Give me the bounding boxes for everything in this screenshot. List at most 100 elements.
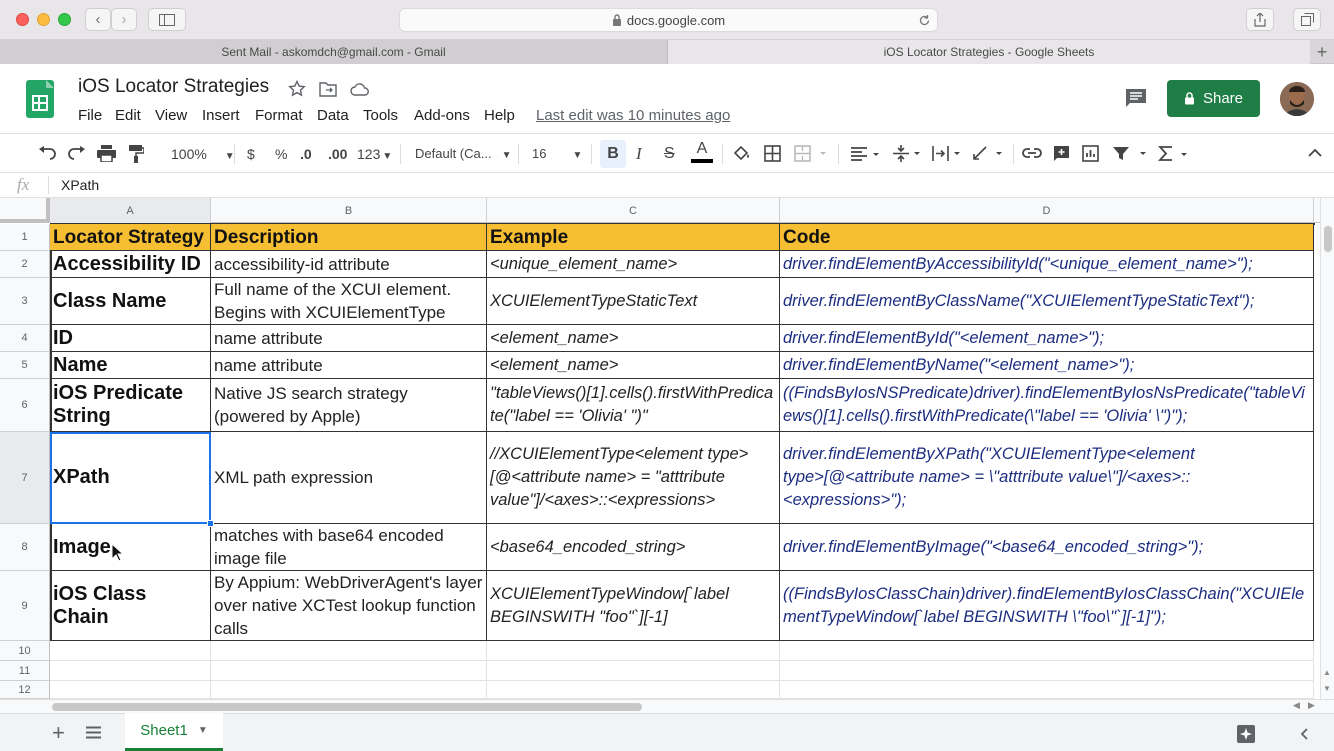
menu-format[interactable]: Format (255, 107, 303, 124)
vertical-align-icon[interactable] (892, 144, 924, 163)
empty-cell[interactable] (780, 641, 1314, 661)
empty-cell[interactable] (487, 641, 780, 661)
header-cell[interactable]: Example (487, 224, 780, 251)
insert-comment-icon[interactable] (1053, 145, 1070, 162)
font-size-select[interactable]: 16 ▼ (532, 145, 582, 165)
zoom-window-button[interactable] (58, 13, 71, 26)
cell-example[interactable]: //XCUIElementType<element type>[@<attrib… (487, 432, 780, 524)
fill-handle[interactable] (207, 520, 214, 527)
cloud-status-icon[interactable] (350, 82, 370, 96)
cell-strategy[interactable]: ID (50, 325, 211, 352)
horizontal-scroll-thumb[interactable] (52, 703, 642, 711)
cell-strategy[interactable]: Name (50, 352, 211, 379)
cell-code[interactable]: driver.findElementByXPath("XCUIElementTy… (780, 432, 1314, 524)
empty-cell[interactable] (50, 681, 211, 699)
new-tab-button[interactable]: + (1310, 40, 1334, 64)
row-header[interactable]: 7 (0, 432, 50, 524)
cell-example[interactable]: XCUIElementTypeStaticText (487, 278, 780, 325)
minimize-window-button[interactable] (37, 13, 50, 26)
collapse-side-panel-icon[interactable] (1300, 728, 1309, 740)
column-header-a[interactable]: A (50, 198, 211, 223)
row-header[interactable]: 9 (0, 571, 50, 641)
row-header[interactable]: 1 (0, 224, 50, 251)
merge-cells-icon[interactable] (794, 145, 828, 162)
column-header-d[interactable]: D (780, 198, 1314, 223)
cell-code[interactable]: driver.findElementByName("<element_name>… (780, 352, 1314, 379)
share-button[interactable]: Share (1167, 80, 1260, 117)
insert-chart-icon[interactable] (1082, 145, 1099, 162)
print-icon[interactable] (97, 145, 116, 162)
move-folder-icon[interactable] (319, 81, 337, 97)
cell-example[interactable]: XCUIElementTypeWindow[`label BEGINSWITH … (487, 571, 780, 641)
bold-button[interactable]: B (600, 140, 626, 168)
fill-color-icon[interactable] (733, 145, 751, 162)
more-formats-button[interactable]: 123 ▼ (357, 145, 392, 166)
collapse-toolbar-icon[interactable] (1308, 148, 1322, 158)
cell-strategy[interactable]: Class Name (50, 278, 211, 325)
menu-file[interactable]: File (78, 107, 102, 124)
cell-example[interactable]: <element_name> (487, 325, 780, 352)
insert-link-icon[interactable] (1022, 147, 1042, 159)
menu-addons[interactable]: Add-ons (414, 107, 470, 124)
decrease-decimal-button[interactable]: .0 (300, 145, 312, 163)
text-color-button[interactable]: A (690, 140, 714, 168)
vertical-scrollbar[interactable]: ▲ ▼ (1320, 198, 1334, 699)
text-wrapping-icon[interactable] (932, 145, 964, 162)
cell-example[interactable]: "tableViews()[1].cells().firstWithPredic… (487, 379, 780, 432)
row-header[interactable]: 4 (0, 325, 50, 352)
cell-description[interactable]: XML path expression (211, 432, 487, 524)
text-rotation-icon[interactable] (972, 145, 1006, 162)
menu-view[interactable]: View (155, 107, 187, 124)
cell-code[interactable]: driver.findElementByClassName("XCUIEleme… (780, 278, 1314, 325)
row-header[interactable]: 2 (0, 251, 50, 278)
cell-strategy[interactable]: iOS Predicate String (50, 379, 211, 432)
sheets-logo-icon[interactable] (26, 80, 54, 118)
sheet-tab-sheet1[interactable]: Sheet1 ▼ (125, 713, 223, 751)
empty-cell[interactable] (211, 641, 487, 661)
row-header[interactable]: 11 (0, 661, 50, 681)
comment-history-icon[interactable] (1125, 88, 1147, 109)
cell-code[interactable]: ((FindsByIosNSPredicate)driver).findElem… (780, 379, 1314, 432)
scroll-left-arrow-icon[interactable]: ◀ (1293, 700, 1300, 711)
empty-cell[interactable] (487, 661, 780, 681)
share-sheet-button[interactable] (1246, 8, 1274, 31)
header-cell[interactable]: Description (211, 224, 487, 251)
cell-description[interactable]: accessibility-id attribute (211, 251, 487, 278)
header-cell[interactable]: Locator Strategy (50, 224, 211, 251)
reload-icon[interactable] (918, 14, 931, 27)
cell-example[interactable]: <base64_encoded_string> (487, 524, 780, 571)
all-sheets-icon[interactable] (86, 726, 101, 739)
horizontal-align-icon[interactable] (850, 146, 884, 162)
empty-cell[interactable] (50, 661, 211, 681)
row-header[interactable]: 6 (0, 379, 50, 432)
sidebar-toggle-button[interactable] (148, 8, 186, 31)
column-header-b[interactable]: B (211, 198, 487, 223)
cell-strategy[interactable]: XPath (50, 432, 211, 524)
functions-icon[interactable] (1158, 145, 1190, 162)
font-select[interactable]: Default (Ca... ▼ (415, 145, 512, 165)
scroll-up-arrow-icon[interactable]: ▲ (1323, 668, 1331, 677)
empty-cell[interactable] (487, 681, 780, 699)
tab-sheets[interactable]: iOS Locator Strategies - Google Sheets (668, 40, 1310, 64)
cell-code[interactable]: ((FindsByIosClassChain)driver).findEleme… (780, 571, 1314, 641)
paint-format-icon[interactable] (129, 145, 144, 163)
empty-cell[interactable] (211, 681, 487, 699)
row-header[interactable]: 3 (0, 278, 50, 325)
row-header[interactable]: 5 (0, 352, 50, 379)
menu-data[interactable]: Data (317, 107, 349, 124)
cell-code[interactable]: driver.findElementById("<element_name>")… (780, 325, 1314, 352)
cell-code[interactable]: driver.findElementByAccessibilityId("<un… (780, 251, 1314, 278)
tab-overview-button[interactable] (1293, 8, 1321, 31)
empty-cell[interactable] (780, 681, 1314, 699)
italic-button[interactable]: I (636, 145, 642, 163)
horizontal-scrollbar[interactable]: ◀ ▶ (0, 699, 1334, 713)
menu-edit[interactable]: Edit (115, 107, 141, 124)
cell-code[interactable]: driver.findElementByImage("<base64_encod… (780, 524, 1314, 571)
select-all-corner[interactable] (0, 198, 50, 223)
header-cell[interactable]: Code (780, 224, 1314, 251)
cell-description[interactable]: Native JS search strategy (powered by Ap… (211, 379, 487, 432)
vertical-scroll-thumb[interactable] (1324, 226, 1332, 252)
avatar[interactable] (1280, 82, 1314, 116)
cell-strategy[interactable]: Image (50, 524, 211, 571)
cell-description[interactable]: matches with base64 encoded image file (211, 524, 487, 571)
